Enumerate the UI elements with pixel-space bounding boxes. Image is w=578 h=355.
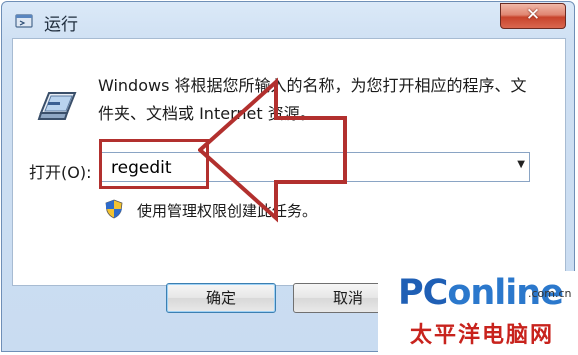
pconline-watermark: PConline .com.cn 太平洋电脑网 (378, 271, 576, 355)
annotation-arrow (198, 77, 347, 223)
close-button[interactable]: ✕ (500, 3, 566, 29)
ok-button[interactable]: 确定 (166, 283, 276, 313)
run-program-icon (37, 92, 77, 120)
uac-shield-icon (105, 199, 123, 219)
window-title: 运行 (44, 15, 78, 35)
open-label: 打开(O): (29, 163, 92, 182)
brand-pc: PC (398, 273, 448, 313)
close-icon: ✕ (525, 5, 541, 25)
annotation-highlight-box (99, 139, 209, 189)
run-title-icon (15, 14, 33, 28)
brand-domain: .com.cn (528, 287, 572, 300)
title-bar[interactable]: 运行 ✕ (2, 2, 574, 38)
brand-site-name: 太平洋电脑网 (410, 323, 555, 348)
dropdown-arrow-icon[interactable]: ▼ (517, 159, 525, 170)
